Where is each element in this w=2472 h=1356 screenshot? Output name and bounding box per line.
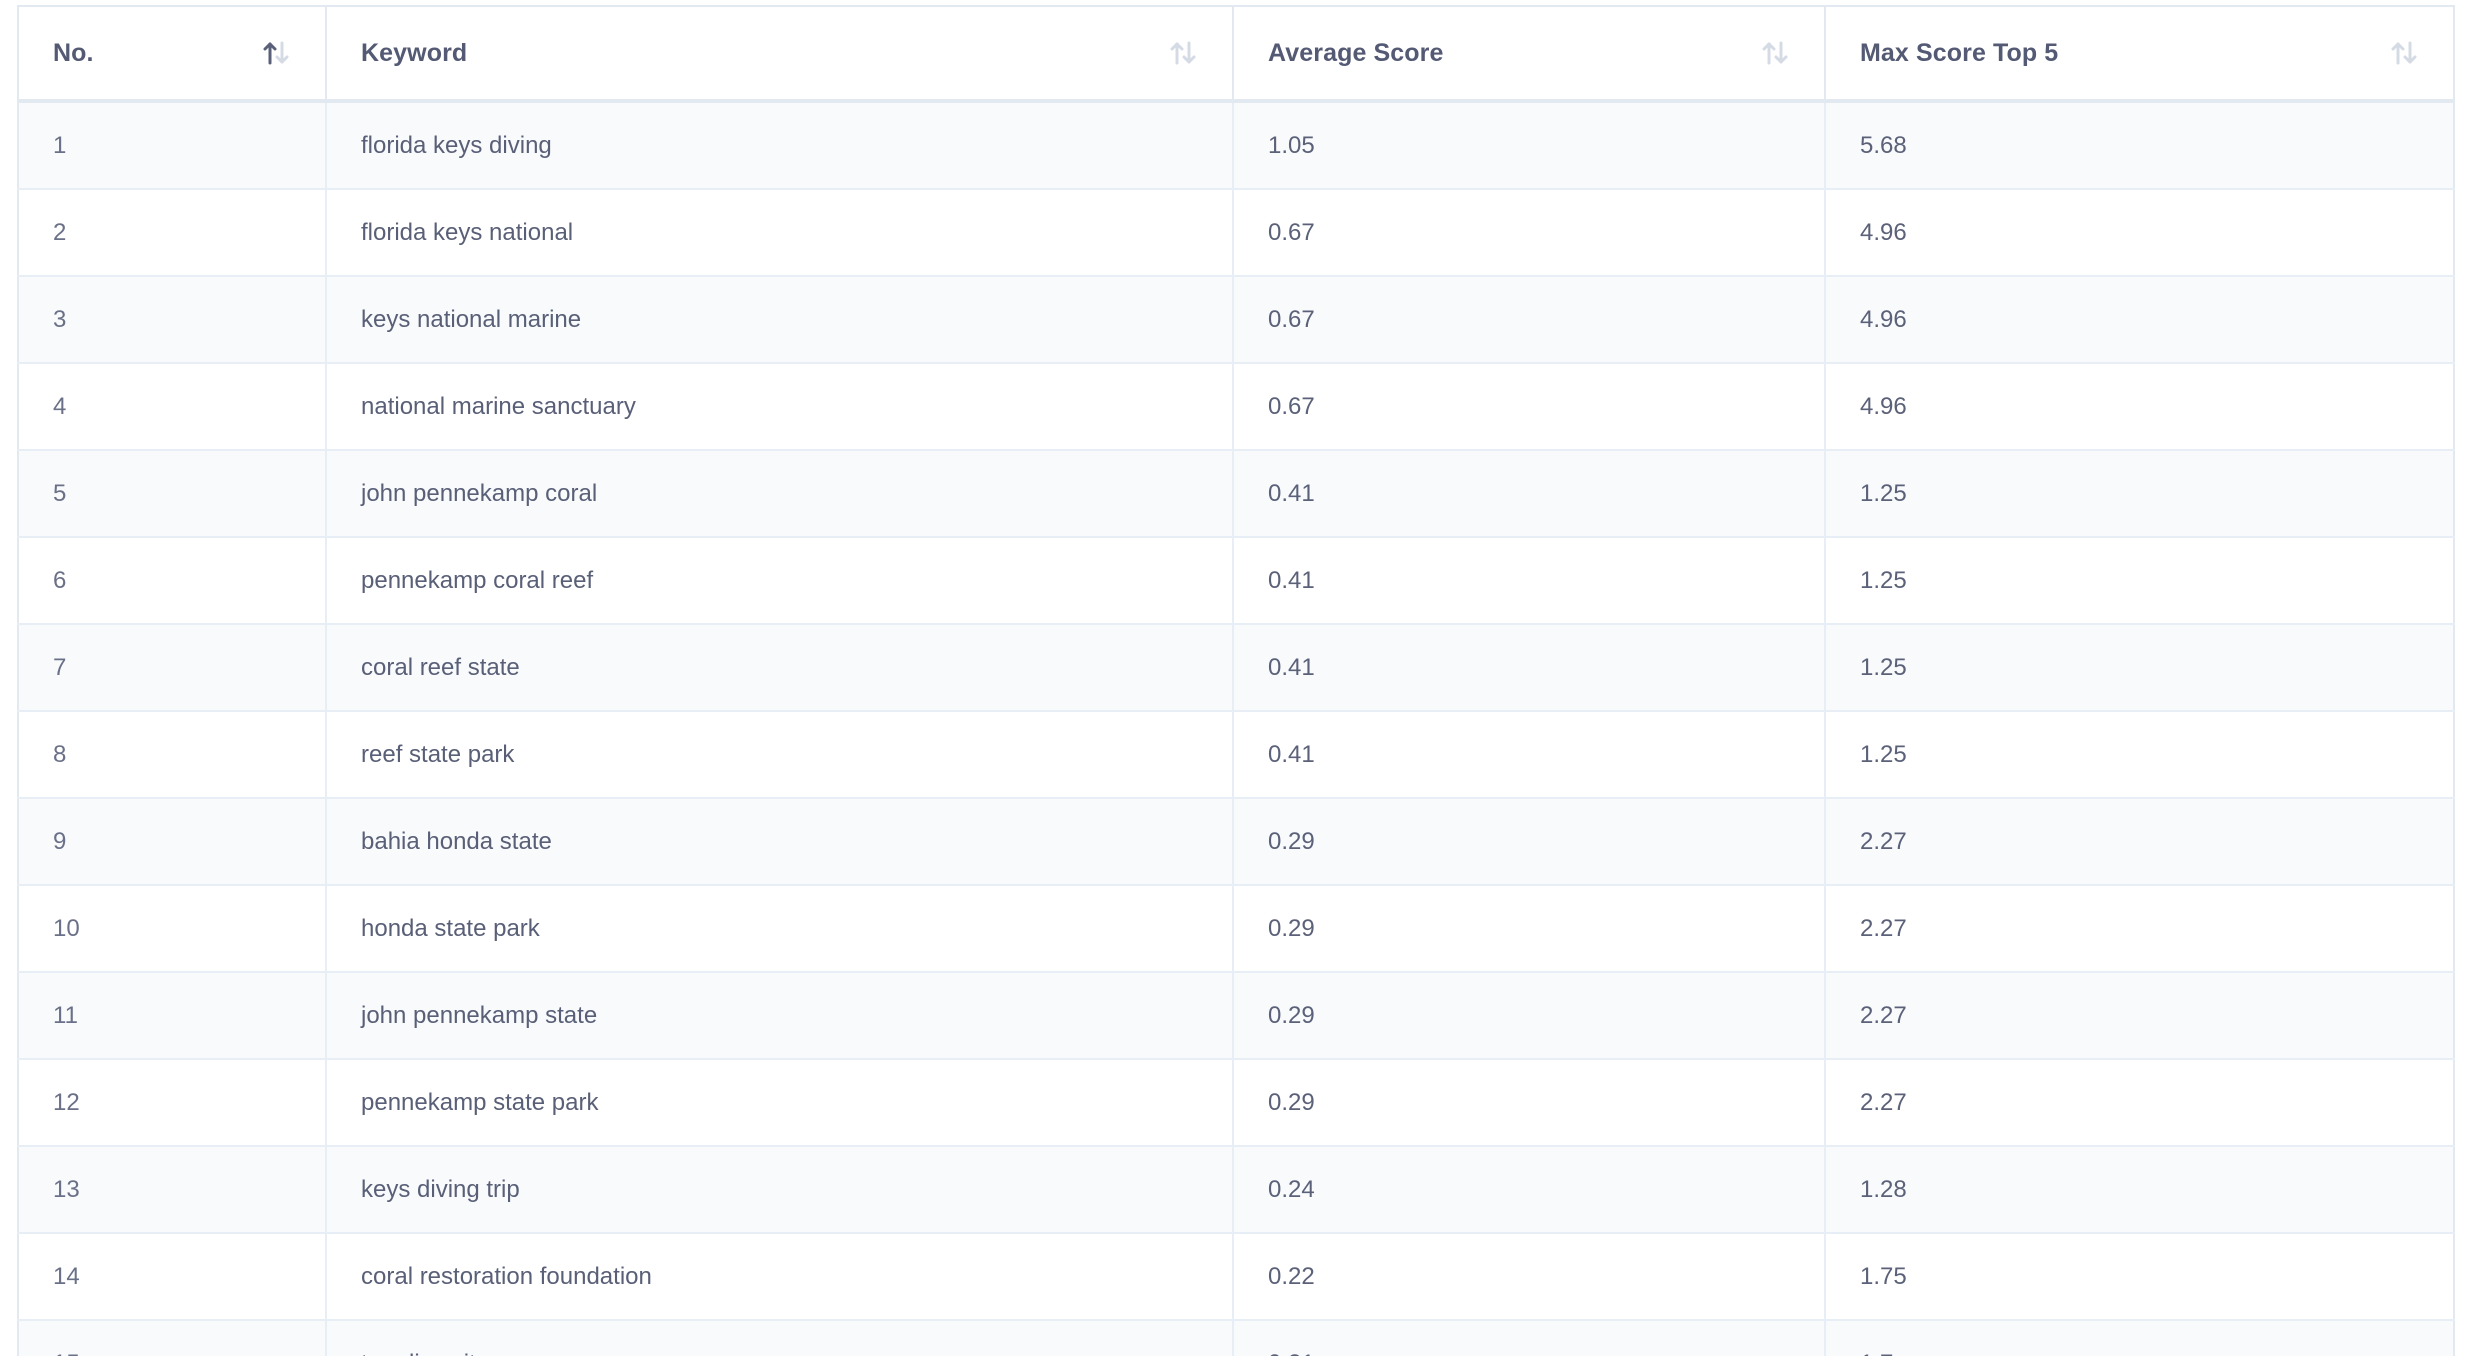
- column-header-keyword[interactable]: Keyword: [326, 6, 1234, 103]
- cell-keyword: keys diving trip: [326, 1146, 1234, 1234]
- cell-keyword: top dive sites: [326, 1320, 1234, 1356]
- cell-average-score: 0.21: [1233, 1320, 1826, 1356]
- cell-max-score-top-5: 2.27: [1825, 972, 2454, 1060]
- cell-average-score: 0.67: [1233, 363, 1826, 451]
- cell-max-score-top-5: 1.7: [1825, 1320, 2454, 1356]
- cell-no: 7: [18, 624, 327, 712]
- cell-average-score: 0.29: [1233, 1059, 1826, 1147]
- cell-average-score: 0.41: [1233, 711, 1826, 799]
- cell-no: 14: [18, 1233, 327, 1321]
- column-header-average-score[interactable]: Average Score: [1233, 6, 1826, 103]
- sort-icon[interactable]: [2389, 36, 2419, 70]
- cell-max-score-top-5: 1.28: [1825, 1146, 2454, 1234]
- cell-keyword: pennekamp state park: [326, 1059, 1234, 1147]
- cell-no: 9: [18, 798, 327, 886]
- cell-max-score-top-5: 4.96: [1825, 363, 2454, 451]
- cell-average-score: 0.29: [1233, 972, 1826, 1060]
- cell-no: 5: [18, 450, 327, 538]
- keyword-score-table: No. Keyword Average Score Max Score Top …: [17, 5, 2455, 1356]
- cell-no: 2: [18, 189, 327, 277]
- cell-max-score-top-5: 5.68: [1825, 101, 2454, 190]
- cell-keyword: john pennekamp state: [326, 972, 1234, 1060]
- table-header: No. Keyword Average Score Max Score Top …: [18, 6, 2454, 103]
- cell-average-score: 0.22: [1233, 1233, 1826, 1321]
- table-viewport: No. Keyword Average Score Max Score Top …: [0, 0, 2472, 1356]
- table-header-row: No. Keyword Average Score Max Score Top …: [18, 6, 2454, 103]
- cell-no: 10: [18, 885, 327, 973]
- table-row[interactable]: 13 keys diving trip 0.24 1.28: [18, 1146, 2454, 1234]
- table-row[interactable]: 6 pennekamp coral reef 0.41 1.25: [18, 537, 2454, 625]
- cell-max-score-top-5: 1.25: [1825, 450, 2454, 538]
- sort-icon[interactable]: [1760, 36, 1790, 70]
- table-row[interactable]: 15top dive sites0.211.7: [18, 1320, 2454, 1356]
- table-body: 1 florida keys diving 1.05 5.68 2 florida key…: [18, 101, 2454, 1356]
- cell-max-score-top-5: 1.75: [1825, 1233, 2454, 1321]
- column-header-max-score-top-5-label: Max Score Top 5: [1860, 38, 2059, 67]
- cell-keyword: bahia honda state: [326, 798, 1234, 886]
- column-header-no-label: No.: [53, 38, 94, 67]
- cell-average-score: 0.41: [1233, 450, 1826, 538]
- table-row[interactable]: 3 keys national marine 0.67 4.96: [18, 276, 2454, 364]
- cell-average-score: 0.67: [1233, 276, 1826, 364]
- cell-average-score: 0.41: [1233, 537, 1826, 625]
- cell-keyword: honda state park: [326, 885, 1234, 973]
- table-row[interactable]: 1 florida keys diving 1.05 5.68: [18, 101, 2454, 190]
- cell-average-score: 0.29: [1233, 885, 1826, 973]
- table-row[interactable]: 12 pennekamp state park 0.29 2.27: [18, 1059, 2454, 1147]
- sort-icon[interactable]: [1168, 36, 1198, 70]
- cell-max-score-top-5: 1.25: [1825, 537, 2454, 625]
- cell-no: 1: [18, 101, 327, 190]
- column-header-max-score-top-5[interactable]: Max Score Top 5: [1825, 6, 2454, 103]
- cell-average-score: 0.24: [1233, 1146, 1826, 1234]
- table-row[interactable]: 8 reef state park 0.41 1.25: [18, 711, 2454, 799]
- cell-no: 4: [18, 363, 327, 451]
- cell-max-score-top-5: 1.25: [1825, 624, 2454, 712]
- cell-no: 6: [18, 537, 327, 625]
- sort-ascending-icon[interactable]: [261, 36, 291, 70]
- column-header-average-score-label: Average Score: [1268, 38, 1444, 67]
- cell-keyword: coral restoration foundation: [326, 1233, 1234, 1321]
- table-row[interactable]: 7 coral reef state 0.41 1.25: [18, 624, 2454, 712]
- cell-no: 12: [18, 1059, 327, 1147]
- cell-max-score-top-5: 2.27: [1825, 885, 2454, 973]
- column-header-no[interactable]: No.: [18, 6, 327, 103]
- cell-keyword: florida keys diving: [326, 101, 1234, 190]
- cell-keyword: coral reef state: [326, 624, 1234, 712]
- cell-no: 3: [18, 276, 327, 364]
- table-row[interactable]: 10 honda state park 0.29 2.27: [18, 885, 2454, 973]
- cell-max-score-top-5: 2.27: [1825, 798, 2454, 886]
- cell-max-score-top-5: 4.96: [1825, 276, 2454, 364]
- cell-average-score: 1.05: [1233, 101, 1826, 190]
- cell-max-score-top-5: 1.25: [1825, 711, 2454, 799]
- cell-keyword: pennekamp coral reef: [326, 537, 1234, 625]
- cell-keyword: national marine sanctuary: [326, 363, 1234, 451]
- cell-no: 11: [18, 972, 327, 1060]
- cell-max-score-top-5: 2.27: [1825, 1059, 2454, 1147]
- cell-keyword: florida keys national: [326, 189, 1234, 277]
- cell-average-score: 0.29: [1233, 798, 1826, 886]
- table-row[interactable]: 9 bahia honda state 0.29 2.27: [18, 798, 2454, 886]
- table-row[interactable]: 4 national marine sanctuary 0.67 4.96: [18, 363, 2454, 451]
- cell-no: 15: [18, 1320, 327, 1356]
- table-row[interactable]: 14 coral restoration foundation 0.22 1.75: [18, 1233, 2454, 1321]
- table-row[interactable]: 2 florida keys national 0.67 4.96: [18, 189, 2454, 277]
- column-header-keyword-label: Keyword: [361, 38, 468, 67]
- cell-no: 8: [18, 711, 327, 799]
- cell-no: 13: [18, 1146, 327, 1234]
- cell-average-score: 0.41: [1233, 624, 1826, 712]
- table-row[interactable]: 5 john pennekamp coral 0.41 1.25: [18, 450, 2454, 538]
- cell-keyword: keys national marine: [326, 276, 1234, 364]
- table-row[interactable]: 11 john pennekamp state 0.29 2.27: [18, 972, 2454, 1060]
- cell-keyword: reef state park: [326, 711, 1234, 799]
- cell-average-score: 0.67: [1233, 189, 1826, 277]
- cell-keyword: john pennekamp coral: [326, 450, 1234, 538]
- cell-max-score-top-5: 4.96: [1825, 189, 2454, 277]
